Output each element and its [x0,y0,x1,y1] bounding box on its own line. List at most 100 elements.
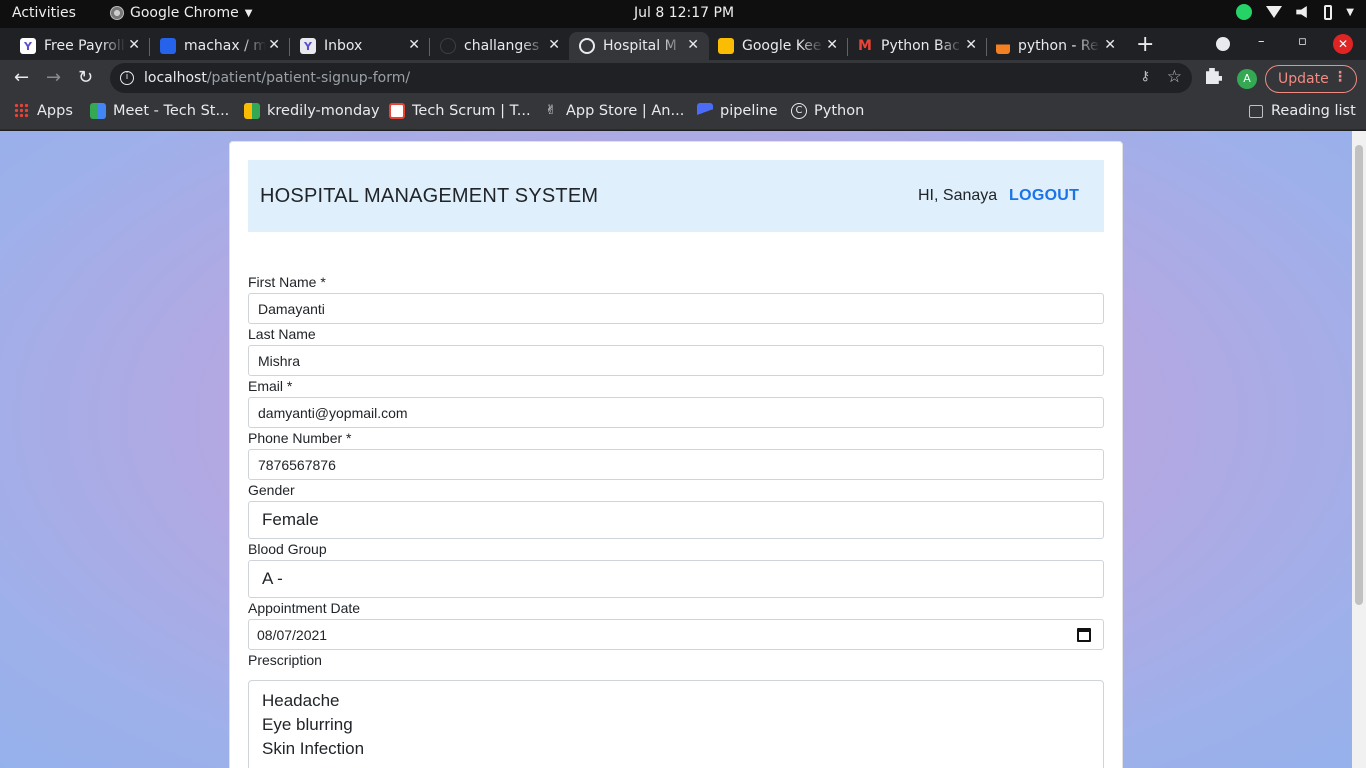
email-label: Email * [248,378,293,394]
prescription-textarea[interactable]: Headache Eye blurring Skin Infection [248,680,1104,768]
forward-icon[interactable]: → [46,67,61,88]
gender-label: Gender [248,482,295,498]
battery-icon [1324,4,1333,20]
url-path: /patient/patient-signup-form/ [206,70,411,86]
bookmark-tech-scrum[interactable]: Tech Scrum | T... [389,103,531,119]
bookmark-label: Apps [37,103,73,119]
tab-challanges[interactable]: challanges ✕ [430,32,570,60]
site-info-icon[interactable]: i [120,71,134,85]
back-icon[interactable]: ← [14,67,29,88]
tab-free-payroll[interactable]: Y Free Payroll ✕ [10,32,150,60]
minimize-icon[interactable]: – [1258,34,1265,49]
tab-search-icon[interactable] [1216,37,1230,51]
whatsapp-icon[interactable] [1236,4,1253,20]
appointment-date-value: 08/07/2021 [257,626,328,643]
bookmark-kredily[interactable]: kredily-monday [244,103,380,119]
chrome-icon [110,6,124,20]
scrollbar-thumb[interactable] [1355,145,1363,605]
scrollbar[interactable] [1352,131,1366,768]
gmail-icon: M [858,38,872,54]
address-bar[interactable]: i localhost/patient/patient-signup-form/… [110,63,1192,93]
phone-label: Phone Number * [248,430,352,446]
restore-icon[interactable]: ▫ [1298,34,1307,49]
close-window-icon[interactable]: ✕ [1333,34,1353,54]
tab-python-bac[interactable]: M Python Bac ✕ [847,32,987,60]
appointment-date-field[interactable]: 08/07/2021 [248,619,1104,650]
tab-machax[interactable]: machax / m ✕ [150,32,290,60]
bookmark-apps[interactable]: Apps [14,103,73,119]
blood-group-select[interactable]: A - [248,560,1104,598]
tab-label: machax / m [184,38,266,54]
more-menu-icon[interactable]: ⋮ [1333,69,1347,85]
bookmarks-bar: Apps Meet - Tech St... kredily-monday Te… [0,96,1366,130]
update-button[interactable]: Update ⋮ [1265,65,1357,93]
close-tab-icon[interactable]: ✕ [548,37,560,53]
clock[interactable]: Jul 8 12:17 PM [634,5,734,21]
system-tray[interactable]: ▼ [1236,4,1354,20]
close-tab-icon[interactable]: ✕ [408,37,420,53]
tab-label: Inbox [324,38,363,54]
reading-list-button[interactable]: Reading list [1249,103,1356,119]
close-tab-icon[interactable]: ✕ [268,37,280,53]
reload-icon[interactable]: ↻ [78,67,93,88]
prescription-line: Headache [262,691,340,710]
tab-label: Python Bac [881,38,960,54]
copyright-icon: C [791,103,807,119]
close-tab-icon[interactable]: ✕ [687,37,699,53]
tab-strip: Y Free Payroll ✕ machax / m ✕ Y Inbox ✕ … [0,28,1366,60]
new-tab-icon[interactable]: + [1136,32,1154,57]
tab-python-re[interactable]: python - Re ✕ [986,32,1126,60]
navigation-bar: ← → ↻ i localhost/patient/patient-signup… [0,60,1366,96]
stackoverflow-icon [996,38,1010,54]
first-name-label: First Name * [248,274,326,290]
close-tab-icon[interactable]: ✕ [128,37,140,53]
close-tab-icon[interactable]: ✕ [826,37,838,53]
tab-google-keep[interactable]: Google Kee ✕ [708,32,848,60]
app-name: Google Chrome [130,5,239,21]
volume-icon [1296,6,1307,18]
blood-group-value: A - [262,569,283,588]
profile-avatar[interactable]: A [1237,69,1257,89]
email-field[interactable]: damyanti@yopmail.com [248,397,1104,428]
bookmark-label: kredily-monday [267,103,380,119]
tab-label: challanges [464,38,540,54]
prescription-line: Eye blurring [262,715,353,734]
phone-field[interactable]: 7876567876 [248,449,1104,480]
blood-group-label: Blood Group [248,541,327,557]
system-top-bar: Activities Google Chrome ▼ Jul 8 12:17 P… [0,0,1366,28]
first-name-field[interactable]: Damayanti [248,293,1104,324]
logout-link[interactable]: LOGOUT [1009,187,1079,205]
bookmark-python[interactable]: C Python [791,103,864,119]
gender-value: Female [262,510,319,529]
tab-inbox[interactable]: Y Inbox ✕ [290,32,430,60]
last-name-field[interactable]: Mishra [248,345,1104,376]
bookmark-meet[interactable]: Meet - Tech St... [90,103,229,119]
appointment-date-label: Appointment Date [248,600,361,616]
tab-label: Google Kee [742,38,822,54]
caret-down-icon[interactable]: ▼ [1346,7,1354,18]
key-icon[interactable]: ⚷ [1140,69,1150,84]
reading-list-icon [1249,104,1263,118]
google-meet-icon [244,103,260,119]
bookmark-label: Tech Scrum | T... [412,103,531,119]
bookmark-app-store[interactable]: ✌ App Store | An... [543,103,685,119]
bookmark-label: Python [814,103,865,119]
bookmark-star-icon[interactable]: ☆ [1167,67,1182,87]
bitbucket-icon [160,38,176,54]
calendar-icon[interactable] [1077,628,1091,642]
tab-label: python - Re [1018,38,1099,54]
bookmark-pipeline[interactable]: pipeline [697,103,778,119]
google-meet-icon [90,103,106,119]
google-keep-icon [718,38,734,54]
update-label: Update [1278,71,1329,87]
reading-list-label: Reading list [1271,103,1356,119]
close-tab-icon[interactable]: ✕ [1104,37,1116,53]
close-tab-icon[interactable]: ✕ [965,37,977,53]
app-menu[interactable]: Google Chrome ▼ [110,5,252,21]
activities-button[interactable]: Activities [12,5,76,21]
bookmark-label: App Store | An... [566,103,685,119]
last-name-value: Mishra [258,352,301,369]
tab-hospital-management[interactable]: Hospital M ✕ [569,32,709,60]
wifi-icon [1266,6,1283,18]
gender-select[interactable]: Female [248,501,1104,539]
